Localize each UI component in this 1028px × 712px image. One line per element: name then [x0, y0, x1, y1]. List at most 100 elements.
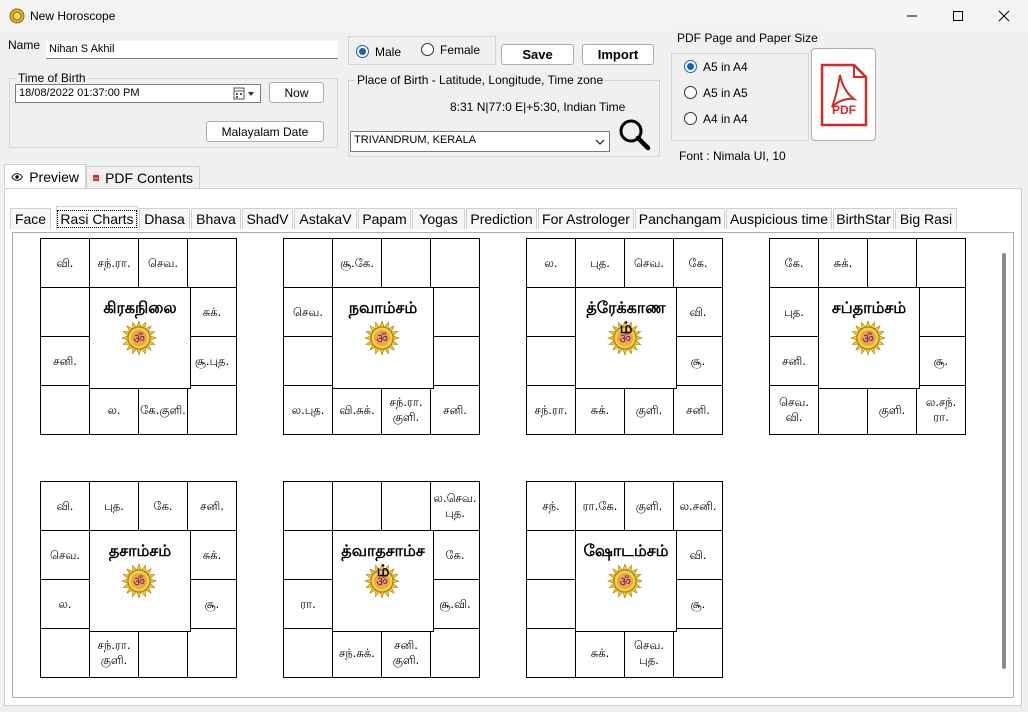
tab-label: ShadV — [246, 211, 289, 227]
male-radio[interactable] — [356, 45, 369, 58]
chart-house-cell: செவ. — [624, 238, 674, 288]
chart-house-cell: ரா. — [283, 579, 333, 629]
chart-house-cell — [40, 628, 90, 678]
chart-house-cell: சனி.குளி. — [381, 628, 431, 678]
datetime-value: 18/08/2022 01:37:00 PM — [19, 87, 140, 99]
tab-label: Rasi Charts — [57, 209, 137, 228]
name-input[interactable]: Nihan S Akhil — [46, 41, 338, 59]
chart-house-cell — [283, 481, 333, 531]
malayalam-date-button[interactable]: Malayalam Date — [206, 121, 324, 142]
chart-house-cell — [526, 530, 576, 580]
chart-house-cell: வி. — [673, 530, 723, 580]
chart-center: ॐ த்ரேக்காணம் — [575, 287, 677, 389]
paper-option-label[interactable]: A4 in A4 — [703, 112, 748, 126]
maximize-button[interactable] — [935, 0, 981, 32]
chart-house-cell: ல.சந்.ரா. — [916, 385, 966, 435]
minimize-button[interactable] — [889, 0, 935, 32]
close-button[interactable] — [981, 0, 1027, 32]
chart-house-cell — [916, 238, 966, 288]
tab-dhasa[interactable]: Dhasa — [139, 208, 190, 229]
tab-bhava[interactable]: Bhava — [191, 208, 241, 229]
save-button[interactable]: Save — [501, 44, 574, 65]
chart-house-cell: கே. — [430, 530, 480, 580]
chart-center: ॐ தசாம்சம் — [89, 530, 191, 632]
svg-text:ॐ: ॐ — [133, 332, 145, 347]
pdf-legend: PDF Page and Paper Size — [675, 31, 820, 45]
chart-house-cell: கே.குளி. — [138, 385, 188, 435]
pdf-button[interactable] — [811, 48, 876, 141]
svg-text:ॐ: ॐ — [619, 575, 631, 590]
om-icon: ॐ — [364, 320, 400, 356]
tab-preview[interactable]: Preview — [4, 164, 86, 188]
tab-face[interactable]: Face — [10, 208, 51, 229]
paper-option-a5-in-a4-radio[interactable] — [684, 60, 697, 73]
female-label[interactable]: Female — [440, 43, 480, 57]
search-icon[interactable] — [617, 117, 651, 151]
chart-house-cell — [818, 385, 868, 435]
pdf-icon-text: PDF — [832, 103, 856, 117]
paper-option-label[interactable]: A5 in A5 — [703, 86, 748, 100]
rasi-chart: வி. புத. கே. சனி. சுக். சூ. சந்.ரா.குளி. ல. செவ.… — [40, 481, 240, 681]
chart-house-cell: சந். — [526, 481, 576, 531]
chart-house-cell: செவ.புத. — [624, 628, 674, 678]
chart-house-cell — [673, 628, 723, 678]
now-button[interactable]: Now — [269, 82, 324, 103]
rasi-chart: வி. சந்.ரா. செவ. சுக். சூ.புத. கே.குளி. ல. சனி.… — [40, 238, 240, 438]
om-icon: ॐ — [607, 563, 643, 599]
chart-house-cell — [283, 336, 333, 386]
tab-label: Bhava — [196, 211, 236, 227]
chart-house-cell: கே. — [138, 481, 188, 531]
font-info: Font : Nimala UI, 10 — [679, 149, 786, 163]
chart-house-cell: சுக். — [818, 238, 868, 288]
chart-house-cell: சூ. — [916, 336, 966, 386]
chart-house-cell: சூ.புத. — [187, 336, 237, 386]
tab-big-rasi[interactable]: Big Rasi — [895, 208, 957, 229]
tab-auspicious-time[interactable]: Auspicious time — [726, 208, 832, 229]
chart-house-cell: சூ. — [673, 579, 723, 629]
paper-option-label[interactable]: A5 in A4 — [703, 60, 748, 74]
tab-label: Panchangam — [638, 211, 722, 227]
chart-center: ॐ கிரகநிலை — [89, 287, 191, 389]
paper-option-a5-in-a5-radio[interactable] — [684, 86, 697, 99]
paper-option-a4-in-a4-radio[interactable] — [684, 112, 697, 125]
chart-house-cell — [381, 481, 431, 531]
chart-house-cell — [40, 287, 90, 337]
calendar-dropdown-icon[interactable] — [233, 87, 259, 101]
tab-shadv[interactable]: ShadV — [242, 208, 293, 229]
scrollbar-thumb[interactable] — [1002, 253, 1006, 669]
chart-name: ஷோடம்சம் — [583, 541, 669, 560]
chart-house-cell: சனி. — [769, 336, 819, 386]
tab-pdf-contents[interactable]: PDF PDF Contents — [86, 166, 200, 188]
chart-house-cell — [283, 530, 333, 580]
import-button[interactable]: Import — [582, 44, 654, 65]
rasi-chart: ல.செவ.புத. கே. சூ.வி. சனி.குளி. சந்.சுக். ரா.… — [283, 481, 483, 681]
chart-house-cell — [430, 287, 480, 337]
tab-panchangam[interactable]: Panchangam — [635, 208, 725, 229]
chart-house-cell — [187, 385, 237, 435]
tab-astakav[interactable]: AstakaV — [294, 208, 357, 229]
chevron-down-icon[interactable] — [594, 136, 606, 146]
place-of-birth-legend: Place of Birth - Latitude, Longitude, Ti… — [355, 73, 606, 87]
tab-papam[interactable]: Papam — [358, 208, 411, 229]
tab-yogas[interactable]: Yogas — [412, 208, 465, 229]
chart-house-cell: புத. — [769, 287, 819, 337]
tab-birthstar[interactable]: BirthStar — [833, 208, 894, 229]
chart-house-cell: ல.புத. — [283, 385, 333, 435]
tab-rasi-charts[interactable]: Rasi Charts — [56, 206, 138, 230]
chart-house-cell — [867, 238, 917, 288]
datetime-picker[interactable]: 18/08/2022 01:37:00 PM — [15, 84, 261, 103]
chart-house-cell — [40, 385, 90, 435]
rasi-chart: சூ.கே. சனி. சந்.ரா.குளி. வி.சுக். ல.புத. செவ.… — [283, 238, 483, 438]
chart-name: சப்தாம்சம் — [831, 298, 907, 317]
chart-house-cell — [430, 628, 480, 678]
place-select[interactable]: TRIVANDRUM, KERALA — [350, 131, 610, 152]
chart-house-cell: சந்.ரா.குளி. — [381, 385, 431, 435]
tab-prediction[interactable]: Prediction — [466, 208, 537, 229]
chart-house-cell: புத. — [89, 481, 139, 531]
tab-for-astrologer[interactable]: For Astrologer — [538, 208, 634, 229]
chart-house-cell — [187, 238, 237, 288]
chart-house-cell: குளி. — [624, 481, 674, 531]
chart-house-cell: ல.சனி. — [673, 481, 723, 531]
male-label[interactable]: Male — [375, 45, 401, 59]
female-radio[interactable] — [421, 43, 434, 56]
